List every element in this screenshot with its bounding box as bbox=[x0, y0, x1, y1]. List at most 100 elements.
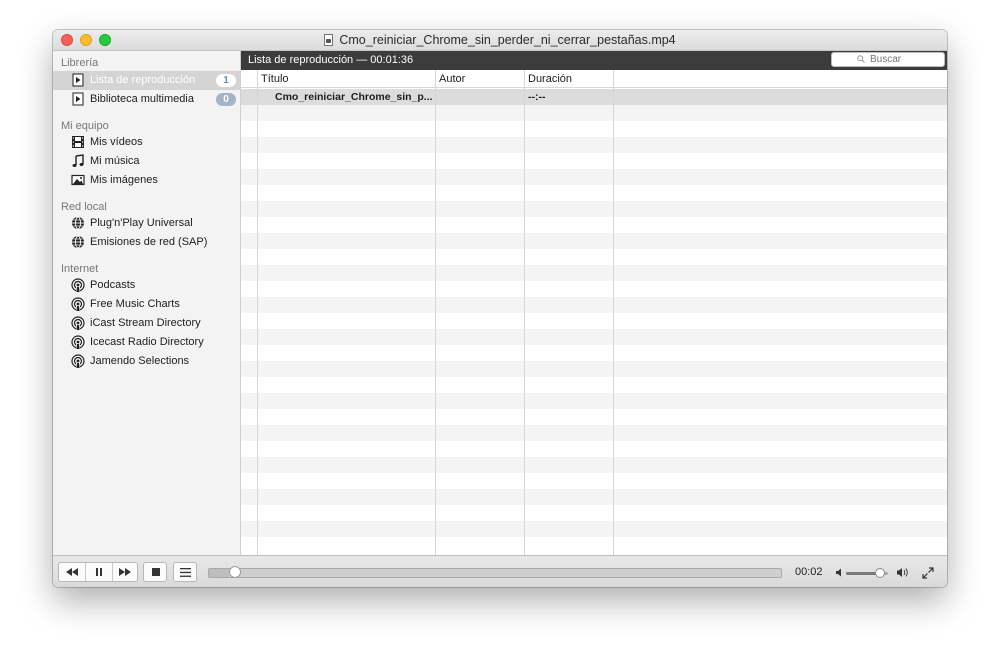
pause-button[interactable] bbox=[85, 563, 112, 581]
sidebar-item-my-pictures[interactable]: Mis imágenes bbox=[53, 171, 240, 190]
column-header-duration[interactable]: Duración bbox=[525, 70, 614, 88]
stop-icon bbox=[152, 568, 160, 576]
table-row-empty bbox=[241, 393, 947, 409]
sidebar-item-icast[interactable]: iCast Stream Directory bbox=[53, 314, 240, 333]
sidebar-item-label: Podcasts bbox=[90, 279, 136, 291]
sidebar-item-label: Emisiones de red (SAP) bbox=[90, 236, 208, 248]
table-row-empty bbox=[241, 377, 947, 393]
section-title-my-computer: Mi equipo bbox=[61, 120, 109, 132]
network-globe-icon bbox=[72, 216, 84, 230]
playlist-icon bbox=[72, 73, 84, 87]
fast-forward-button[interactable] bbox=[112, 563, 139, 581]
playlist-table: Cmo_reiniciar_Chrome_sin_p... --:-- Títul… bbox=[241, 70, 947, 555]
sidebar-item-label: Mis vídeos bbox=[90, 136, 143, 148]
table-row-empty bbox=[241, 345, 947, 361]
table-row-empty bbox=[241, 217, 947, 233]
table-row-empty bbox=[241, 169, 947, 185]
table-row-empty bbox=[241, 249, 947, 265]
search-field[interactable] bbox=[831, 52, 945, 67]
title-bar[interactable]: Cmo_reiniciar_Chrome_sin_perder_ni_cerra… bbox=[53, 30, 947, 51]
table-row-empty bbox=[241, 201, 947, 217]
seek-bar-handle[interactable] bbox=[229, 566, 241, 578]
rewind-button[interactable] bbox=[59, 563, 85, 581]
search-input[interactable] bbox=[832, 53, 944, 66]
playlist-rows: Cmo_reiniciar_Chrome_sin_p... --:-- bbox=[241, 89, 947, 555]
table-row-empty bbox=[241, 489, 947, 505]
fast-forward-icon bbox=[119, 568, 131, 576]
table-row-empty bbox=[241, 297, 947, 313]
sidebar-item-podcasts[interactable]: Podcasts bbox=[53, 276, 240, 295]
column-divider bbox=[257, 70, 258, 555]
fullscreen-icon[interactable] bbox=[922, 567, 934, 579]
column-header-status[interactable] bbox=[241, 70, 258, 88]
sidebar-item-sap[interactable]: Emisiones de red (SAP) bbox=[53, 233, 240, 252]
podcast-icon bbox=[71, 354, 85, 368]
sidebar-item-label: iCast Stream Directory bbox=[90, 317, 201, 329]
seek-bar-fill bbox=[209, 569, 229, 577]
sidebar-item-free-music-charts[interactable]: Free Music Charts bbox=[53, 295, 240, 314]
network-globe-icon bbox=[72, 235, 84, 249]
table-row-empty bbox=[241, 473, 947, 489]
playlist-panel: Lista de reproducción — 00:01:36 Cmo_rei… bbox=[241, 51, 947, 555]
sidebar: Librería Lista de reproducción 1 Bibliot… bbox=[53, 51, 241, 555]
transport-buttons bbox=[58, 562, 138, 582]
count-badge: 0 bbox=[216, 93, 236, 106]
volume-slider-handle[interactable] bbox=[875, 568, 885, 578]
playlist-title: Lista de reproducción — 00:01:36 bbox=[248, 54, 414, 66]
table-row-empty bbox=[241, 409, 947, 425]
table-row-empty bbox=[241, 121, 947, 137]
table-row-empty bbox=[241, 521, 947, 537]
sidebar-item-media-library[interactable]: Biblioteca multimedia 0 bbox=[53, 90, 240, 109]
cell-author bbox=[436, 89, 525, 105]
column-divider bbox=[613, 70, 614, 555]
sidebar-item-label: Biblioteca multimedia bbox=[90, 93, 194, 105]
section-title-library: Librería bbox=[61, 57, 99, 69]
playlist-toggle-icon bbox=[180, 568, 191, 577]
document-icon bbox=[324, 34, 334, 46]
table-row-empty bbox=[241, 457, 947, 473]
table-row[interactable]: Cmo_reiniciar_Chrome_sin_p... --:-- bbox=[241, 89, 947, 105]
volume-slider[interactable] bbox=[846, 568, 888, 578]
table-row-empty bbox=[241, 537, 947, 553]
sidebar-item-my-music[interactable]: Mi música bbox=[53, 152, 240, 171]
column-divider bbox=[524, 70, 525, 555]
playback-controls: 00:02 bbox=[53, 555, 947, 587]
cell-duration: --:-- bbox=[528, 91, 546, 103]
picture-icon bbox=[71, 174, 85, 186]
podcast-icon bbox=[71, 335, 85, 349]
vlc-window: Cmo_reiniciar_Chrome_sin_perder_ni_cerra… bbox=[53, 30, 947, 587]
sidebar-item-label: Mi música bbox=[90, 155, 140, 167]
sidebar-item-label: Icecast Radio Directory bbox=[90, 336, 204, 348]
window-title-wrap: Cmo_reiniciar_Chrome_sin_perder_ni_cerra… bbox=[53, 33, 947, 47]
column-header-author[interactable]: Autor bbox=[436, 70, 525, 88]
sidebar-item-jamendo[interactable]: Jamendo Selections bbox=[53, 352, 240, 371]
volume-low-icon bbox=[836, 568, 841, 577]
column-divider bbox=[435, 70, 436, 555]
volume-high-icon bbox=[897, 568, 908, 577]
sidebar-item-my-videos[interactable]: Mis vídeos bbox=[53, 133, 240, 152]
window-title: Cmo_reiniciar_Chrome_sin_perder_ni_cerra… bbox=[339, 33, 676, 47]
playlist-toggle-button[interactable] bbox=[173, 562, 197, 582]
seek-bar[interactable] bbox=[208, 566, 782, 578]
film-icon bbox=[72, 136, 84, 148]
table-row-empty bbox=[241, 105, 947, 121]
music-note-icon bbox=[72, 154, 84, 167]
stop-button[interactable] bbox=[143, 562, 167, 582]
podcast-icon bbox=[71, 297, 85, 311]
media-library-icon bbox=[72, 92, 84, 106]
sidebar-item-upnp[interactable]: Plug'n'Play Universal bbox=[53, 214, 240, 233]
table-row-empty bbox=[241, 153, 947, 169]
table-row-empty bbox=[241, 185, 947, 201]
sidebar-item-playlist[interactable]: Lista de reproducción 1 bbox=[53, 71, 240, 90]
section-title-internet: Internet bbox=[61, 263, 99, 275]
cell-title: Cmo_reiniciar_Chrome_sin_p... bbox=[275, 91, 433, 103]
column-header-title[interactable]: Título bbox=[258, 70, 435, 88]
table-row-empty bbox=[241, 425, 947, 441]
elapsed-time: 00:02 bbox=[795, 566, 823, 578]
section-title-local-network: Red local bbox=[61, 201, 107, 213]
table-row-empty bbox=[241, 505, 947, 521]
table-row-empty bbox=[241, 313, 947, 329]
pause-icon bbox=[96, 568, 102, 576]
sidebar-item-icecast[interactable]: Icecast Radio Directory bbox=[53, 333, 240, 352]
rewind-icon bbox=[66, 568, 78, 576]
